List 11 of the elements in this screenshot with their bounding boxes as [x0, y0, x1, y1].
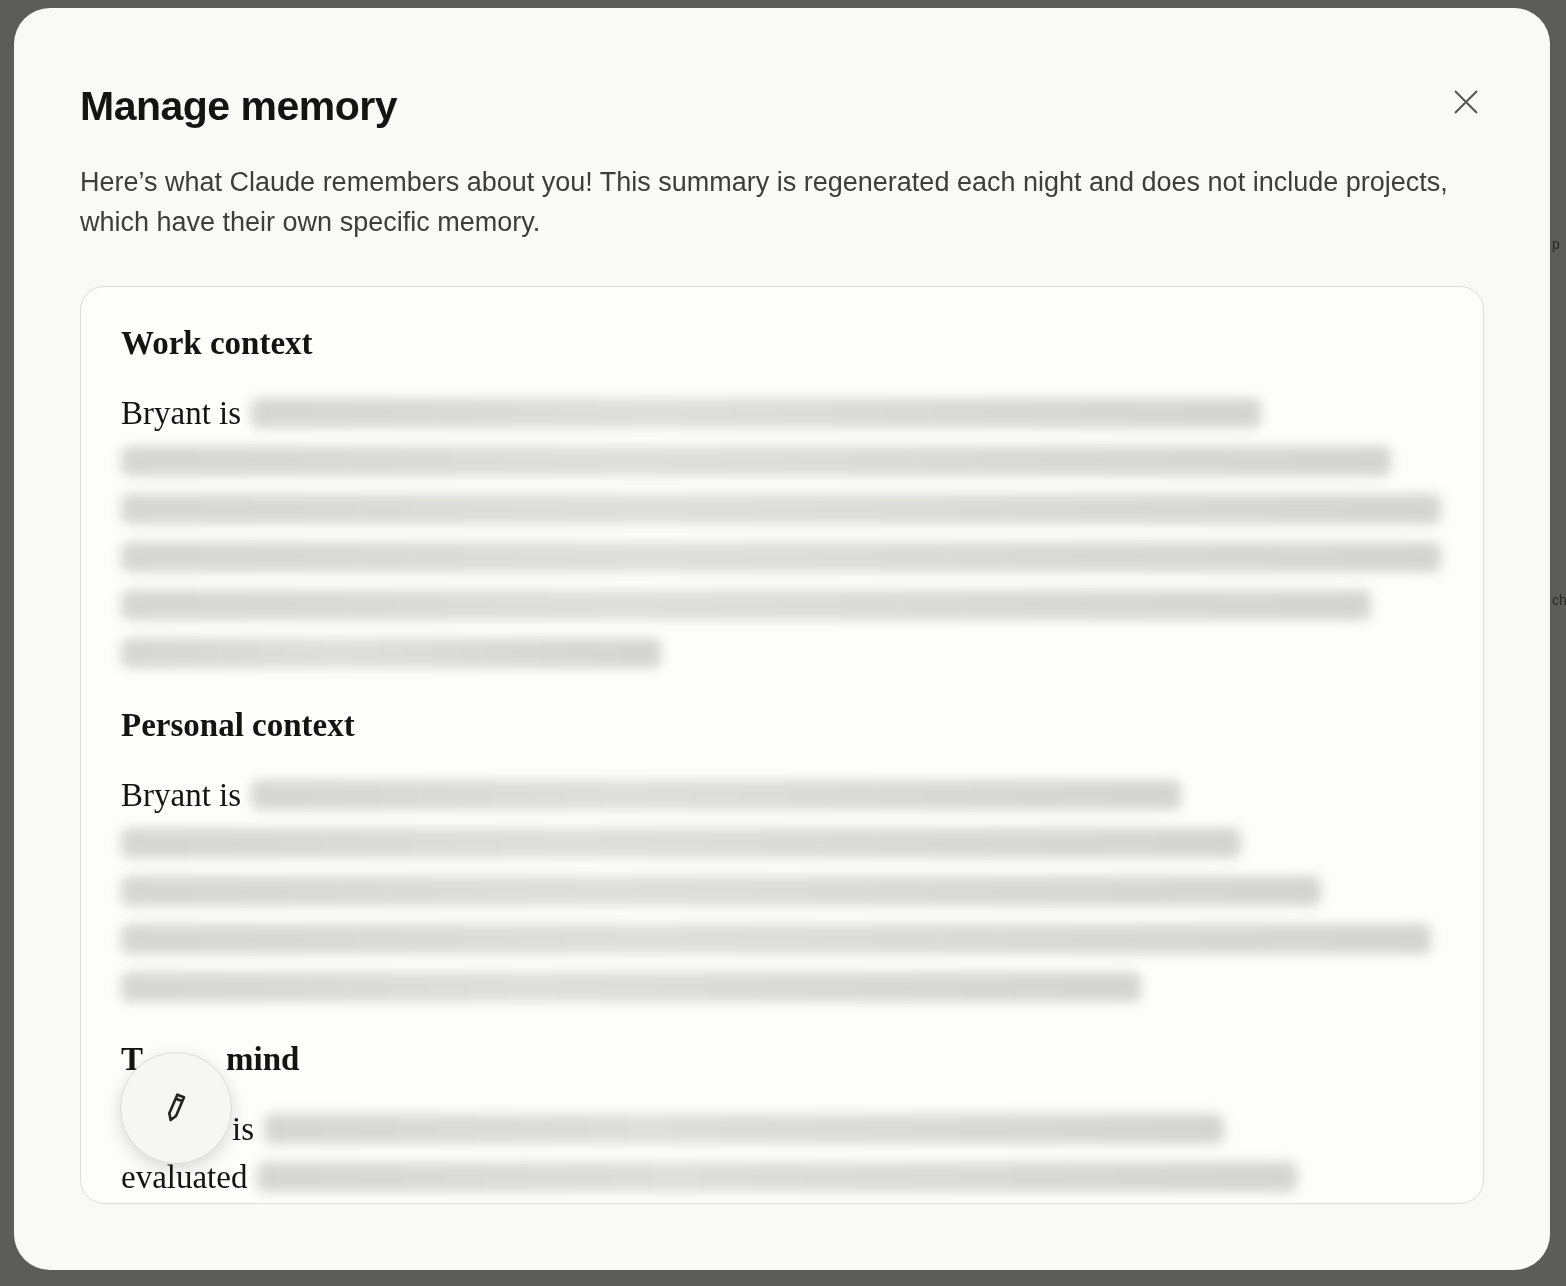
memory-text: Bryant is — [121, 776, 242, 814]
section-heading: Work context — [121, 324, 314, 363]
section-heading: mind — [226, 1040, 300, 1079]
section-heading: T — [121, 1040, 143, 1079]
close-icon — [1454, 90, 1478, 114]
memory-text: evaluated — [121, 1158, 248, 1196]
memory-text: Bryant is — [121, 394, 242, 432]
dialog-title: Manage memory — [80, 83, 398, 130]
section-heading: Personal context — [121, 706, 356, 745]
memory-text: is — [232, 1110, 254, 1148]
dialog-description: Here’s what Claude remembers about you! This summary is regenerated each night and does not include projects, which have their own specific memory. — [80, 166, 1449, 239]
